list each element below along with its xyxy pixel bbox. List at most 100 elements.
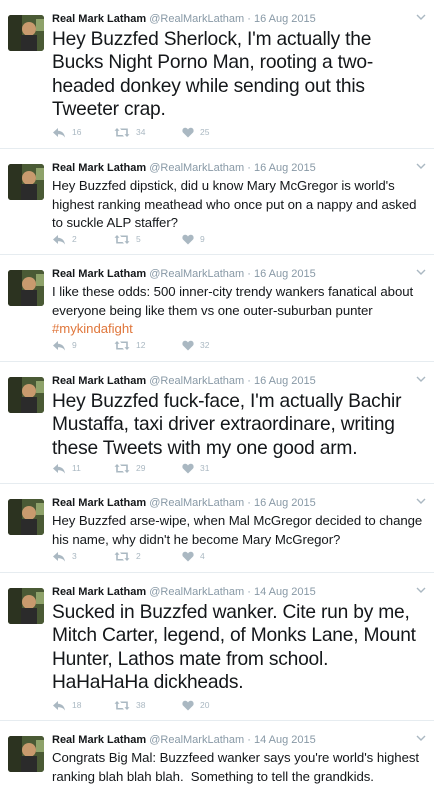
retweet-button[interactable]: 34 [114,127,182,138]
author-name[interactable]: Real Mark Latham [52,13,146,25]
like-button[interactable]: 32 [182,340,242,351]
author-handle[interactable]: @RealMarkLatham [149,162,244,174]
tweet-date[interactable]: 14 Aug 2015 [254,734,316,746]
tweet-text: Hey Buzzfed arse-wipe, when Mal McGregor… [52,513,426,547]
retweet-count: 38 [136,700,146,710]
like-count: 20 [200,700,210,710]
reply-button[interactable]: 16 [52,127,114,138]
author-handle[interactable]: @RealMarkLatham [149,586,244,598]
tweet-actions: 18 38 20 [52,697,242,713]
tweet[interactable]: Real Mark Latham @RealMarkLatham · 14 Au… [0,573,434,721]
author-handle[interactable]: @RealMarkLatham [149,13,244,25]
author-handle[interactable]: @RealMarkLatham [149,268,244,280]
reply-arrow-icon [53,340,65,350]
retweet-button[interactable]: 12 [114,340,182,351]
retweet-count: 5 [136,234,141,244]
author-name[interactable]: Real Mark Latham [52,497,146,509]
tweet[interactable]: Real Mark Latham @RealMarkLatham · 16 Au… [0,149,434,255]
tweet-date[interactable]: 16 Aug 2015 [254,13,316,25]
avatar[interactable] [8,499,44,535]
reply-arrow-icon [53,127,65,137]
chevron-down-icon[interactable] [414,372,428,386]
like-count: 9 [200,234,205,244]
chevron-down-icon[interactable] [414,494,428,508]
tweet-date[interactable]: 16 Aug 2015 [254,497,316,509]
like-button[interactable]: 9 [182,234,242,245]
retweet-count: 34 [136,127,146,137]
chevron-down-icon[interactable] [414,265,428,279]
reply-arrow-icon [53,700,65,710]
separator-dot: · [247,268,251,280]
retweet-count: 2 [136,551,141,561]
reply-count: 3 [72,551,77,561]
retweet-button[interactable]: 2 [114,551,182,562]
reply-button[interactable]: 11 [52,463,114,474]
retweet-arrows-icon [114,127,130,137]
avatar[interactable] [8,588,44,624]
reply-count: 2 [72,234,77,244]
retweet-arrows-icon [114,551,130,561]
tweet-text: Congrats Big Mal: Buzzfeed wanker says y… [52,750,423,784]
author-handle[interactable]: @RealMarkLatham [149,734,244,746]
reply-button[interactable]: 9 [52,340,114,351]
heart-icon [182,463,194,473]
tweet-date[interactable]: 16 Aug 2015 [254,162,316,174]
tweet-date[interactable]: 14 Aug 2015 [254,586,316,598]
like-button[interactable]: 25 [182,127,242,138]
tweet[interactable]: Real Mark Latham @RealMarkLatham · 16 Au… [0,255,434,362]
author-name[interactable]: Real Mark Latham [52,586,146,598]
tweet-actions: 9 12 32 [52,337,242,353]
retweet-arrows-icon [114,340,130,350]
like-button[interactable]: 20 [182,700,242,711]
retweet-count: 12 [136,340,146,350]
reply-count: 16 [72,127,82,137]
hashtag-link[interactable]: #mykindafight [52,321,133,336]
author-name[interactable]: Real Mark Latham [52,268,146,280]
like-count: 31 [200,463,210,473]
tweet-text: I like these odds: 500 inner-city trendy… [52,283,424,339]
author-name[interactable]: Real Mark Latham [52,734,146,746]
reply-button[interactable]: 3 [52,551,114,562]
author-handle[interactable]: @RealMarkLatham [149,375,244,387]
tweet-header: Real Mark Latham @RealMarkLatham · 14 Au… [52,733,424,747]
author-name[interactable]: Real Mark Latham [52,162,146,174]
reply-count: 18 [72,700,82,710]
author-handle[interactable]: @RealMarkLatham [149,497,244,509]
avatar[interactable] [8,164,44,200]
avatar[interactable] [8,377,44,413]
retweet-arrows-icon [114,234,130,244]
retweet-arrows-icon [114,700,130,710]
retweet-button[interactable]: 5 [114,234,182,245]
tweet[interactable]: Real Mark Latham @RealMarkLatham · 14 Au… [0,721,434,801]
separator-dot: · [247,162,251,174]
avatar[interactable] [8,15,44,51]
separator-dot: · [247,734,251,746]
tweet-date[interactable]: 16 Aug 2015 [254,268,316,280]
avatar[interactable] [8,736,44,772]
avatar[interactable] [8,270,44,306]
author-name[interactable]: Real Mark Latham [52,375,146,387]
retweet-button[interactable]: 29 [114,463,182,474]
like-button[interactable]: 4 [182,551,242,562]
retweet-button[interactable]: 38 [114,700,182,711]
reply-arrow-icon [53,463,65,473]
reply-button[interactable]: 2 [52,234,114,245]
tweet[interactable]: Real Mark Latham @RealMarkLatham · 16 Au… [0,484,434,573]
tweet-text: Hey Buzzfed fuck-face, I'm actually Bach… [52,391,407,459]
chevron-down-icon[interactable] [414,583,428,597]
like-button[interactable]: 31 [182,463,242,474]
like-count: 25 [200,127,210,137]
chevron-down-icon[interactable] [414,731,428,745]
tweet-date[interactable]: 16 Aug 2015 [254,375,316,387]
tweet[interactable]: Real Mark Latham @RealMarkLatham · 16 Au… [0,362,434,484]
tweet-header: Real Mark Latham @RealMarkLatham · 16 Au… [52,374,424,388]
tweet[interactable]: Real Mark Latham @RealMarkLatham · 16 Au… [0,0,434,149]
like-count: 32 [200,340,210,350]
chevron-down-icon[interactable] [414,159,428,173]
separator-dot: · [247,497,251,509]
reply-count: 11 [72,463,81,473]
reply-arrow-icon [53,234,65,244]
chevron-down-icon[interactable] [414,10,428,24]
reply-button[interactable]: 18 [52,700,114,711]
tweet-text: Sucked in Buzzfed wanker. Cite run by me… [52,602,421,694]
